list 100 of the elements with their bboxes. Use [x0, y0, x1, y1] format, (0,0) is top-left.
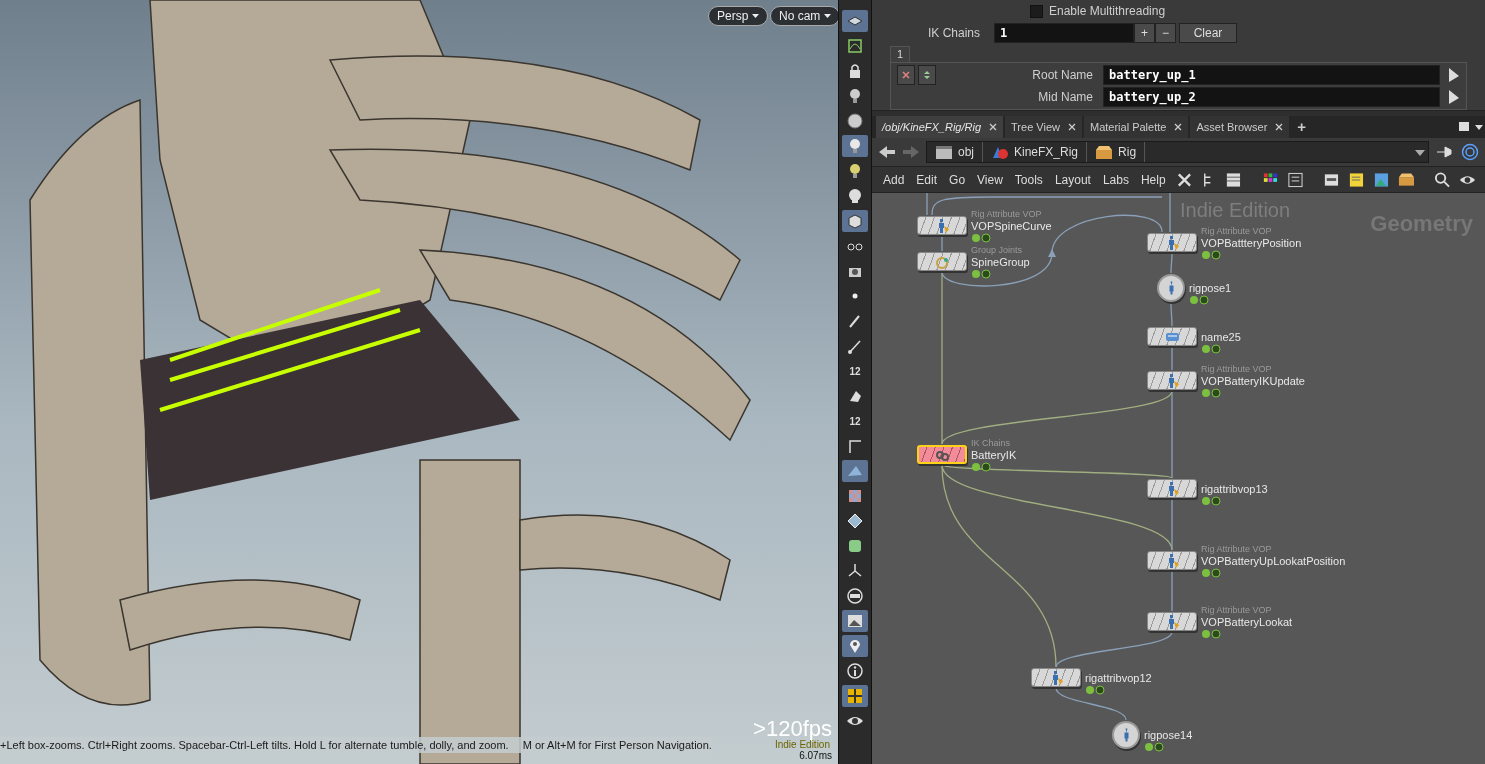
close-icon[interactable]	[989, 123, 998, 131]
menu-item[interactable]: Layout	[1049, 170, 1096, 189]
path-crumb[interactable]: KineFX_Rig	[983, 142, 1088, 162]
pane-tab[interactable]: /obj/KineFX_Rig/Rig	[876, 116, 1004, 138]
node[interactable]	[1147, 371, 1197, 390]
caret-icon	[824, 14, 832, 18]
pane-tab[interactable]: Material Palette	[1084, 116, 1189, 138]
close-icon[interactable]	[1068, 123, 1076, 131]
view-dropdown[interactable]: Persp	[708, 6, 769, 26]
delete-icon	[901, 70, 911, 81]
cube-tool[interactable]	[842, 210, 868, 232]
back-arrow-icon[interactable]	[878, 144, 896, 160]
target-icon[interactable]	[1461, 143, 1479, 161]
caret-icon	[752, 14, 760, 18]
node-type-label: Rig Attribute VOP	[1201, 225, 1272, 236]
delete-button[interactable]	[897, 65, 915, 85]
add-tab-button[interactable]: +	[1291, 116, 1313, 138]
menu-item[interactable]: View	[972, 170, 1008, 189]
node-type-label: Rig Attribute VOP	[1201, 604, 1272, 615]
clapper-icon	[935, 144, 953, 160]
status-hint: +Left box-zooms. Ctrl+Right zooms. Spacebar-Ctrl-Left tilts. Hold L for alternate tumble, dolly, and zoom.	[0, 737, 509, 753]
pin-tool[interactable]	[842, 635, 868, 657]
checkbox[interactable]	[1030, 4, 1043, 18]
node[interactable]	[1147, 233, 1197, 252]
text-field[interactable]: battery_up_1	[1103, 65, 1440, 85]
counter-tool[interactable]: 12	[842, 410, 868, 432]
wire	[1055, 687, 1127, 721]
node-type-label: Rig Attribute VOP	[971, 208, 1042, 219]
diamond-icon	[846, 512, 864, 530]
list-icon[interactable]	[1225, 170, 1243, 189]
menu-item[interactable]: Edit	[911, 170, 943, 189]
up-down-arrows-icon	[922, 70, 932, 81]
box-icon[interactable]	[1397, 170, 1415, 189]
wire	[1170, 252, 1173, 274]
grid-tool[interactable]	[842, 685, 868, 707]
node-label: rigpose14	[1144, 729, 1193, 741]
move-button[interactable]	[918, 65, 936, 85]
wire	[1171, 346, 1173, 371]
edition-label: Indie Edition	[774, 739, 830, 751]
node-label: name25	[1201, 330, 1241, 343]
text-field[interactable]: battery_up_2	[1103, 87, 1440, 107]
sticky-note-icon[interactable]	[1347, 170, 1365, 189]
path-crumb[interactable]: obj	[927, 142, 983, 162]
node-type-label: Rig Attribute VOP	[1201, 543, 1272, 554]
picture-tool[interactable]	[842, 610, 868, 632]
add-button[interactable]: +	[1134, 23, 1155, 43]
count-field[interactable]: 1	[994, 23, 1134, 43]
counter-tool[interactable]: 12	[842, 360, 868, 382]
pin-icon[interactable]	[1435, 144, 1455, 160]
pane-tab[interactable]: Tree View	[1005, 116, 1082, 138]
cube-icon	[846, 212, 864, 230]
disc-icon	[846, 587, 864, 605]
wire	[1171, 570, 1173, 612]
clear-button[interactable]: Clear	[1179, 23, 1238, 43]
pose-figure-icon	[1123, 728, 1129, 742]
status-hint: M or Alt+M for First Person Navigation.	[522, 737, 712, 753]
node-label: VOPBatteryIKUpdate	[1201, 374, 1305, 387]
path-crumb[interactable]: Rig	[1087, 142, 1146, 162]
node[interactable]	[1031, 668, 1081, 687]
node[interactable]	[1112, 721, 1140, 749]
bulb-tool[interactable]	[842, 135, 868, 157]
layers-tool[interactable]	[842, 10, 868, 32]
node-label: VOPSpineCurve	[971, 219, 1052, 232]
close-icon[interactable]	[1275, 123, 1284, 131]
menu-item[interactable]: Help	[1135, 170, 1171, 189]
frame-time: 6.07ms	[799, 749, 832, 763]
node-label: SpineGroup	[971, 255, 1030, 268]
grid-icon	[846, 687, 864, 705]
node-type-label: Rig Attribute VOP	[1201, 363, 1272, 374]
pane-tab[interactable]: Asset Browser	[1190, 116, 1290, 138]
node[interactable]	[1147, 327, 1197, 346]
node[interactable]	[1147, 612, 1197, 631]
pointer-icon[interactable]	[1446, 89, 1460, 105]
curve-icon	[846, 37, 864, 55]
node-label: rigpose1	[1189, 282, 1232, 294]
menu-item[interactable]: Tools	[1009, 170, 1048, 189]
grid-list-icon[interactable]	[1286, 170, 1304, 189]
sphere-icon	[846, 112, 864, 130]
instance-tab[interactable]: 1	[890, 46, 911, 62]
field-label: IK Chains	[926, 25, 981, 42]
node[interactable]	[917, 252, 967, 271]
node[interactable]	[1157, 274, 1185, 302]
field-label: Mid Name	[1037, 89, 1094, 106]
field-label: Root Name	[1031, 67, 1094, 84]
menu-item[interactable]: Add	[878, 170, 910, 189]
menu-item[interactable]: Labs	[1097, 170, 1134, 189]
node-label: rigattribvop12	[1085, 671, 1152, 684]
corner-icon	[846, 437, 864, 455]
pose-figure-icon	[1168, 281, 1174, 295]
search-icon[interactable]	[1434, 170, 1452, 189]
camera-dropdown[interactable]: No cam	[770, 6, 838, 26]
remove-button[interactable]: −	[1155, 23, 1177, 43]
close-icon[interactable]	[1174, 123, 1183, 131]
image-icon[interactable]	[1372, 170, 1390, 189]
menu-item[interactable]: Go	[944, 170, 971, 189]
pointer-icon[interactable]	[1446, 67, 1460, 83]
node-label: rigattribvop13	[1201, 482, 1268, 495]
node[interactable]	[1147, 479, 1197, 498]
node[interactable]	[1147, 551, 1197, 570]
node[interactable]	[917, 216, 967, 235]
